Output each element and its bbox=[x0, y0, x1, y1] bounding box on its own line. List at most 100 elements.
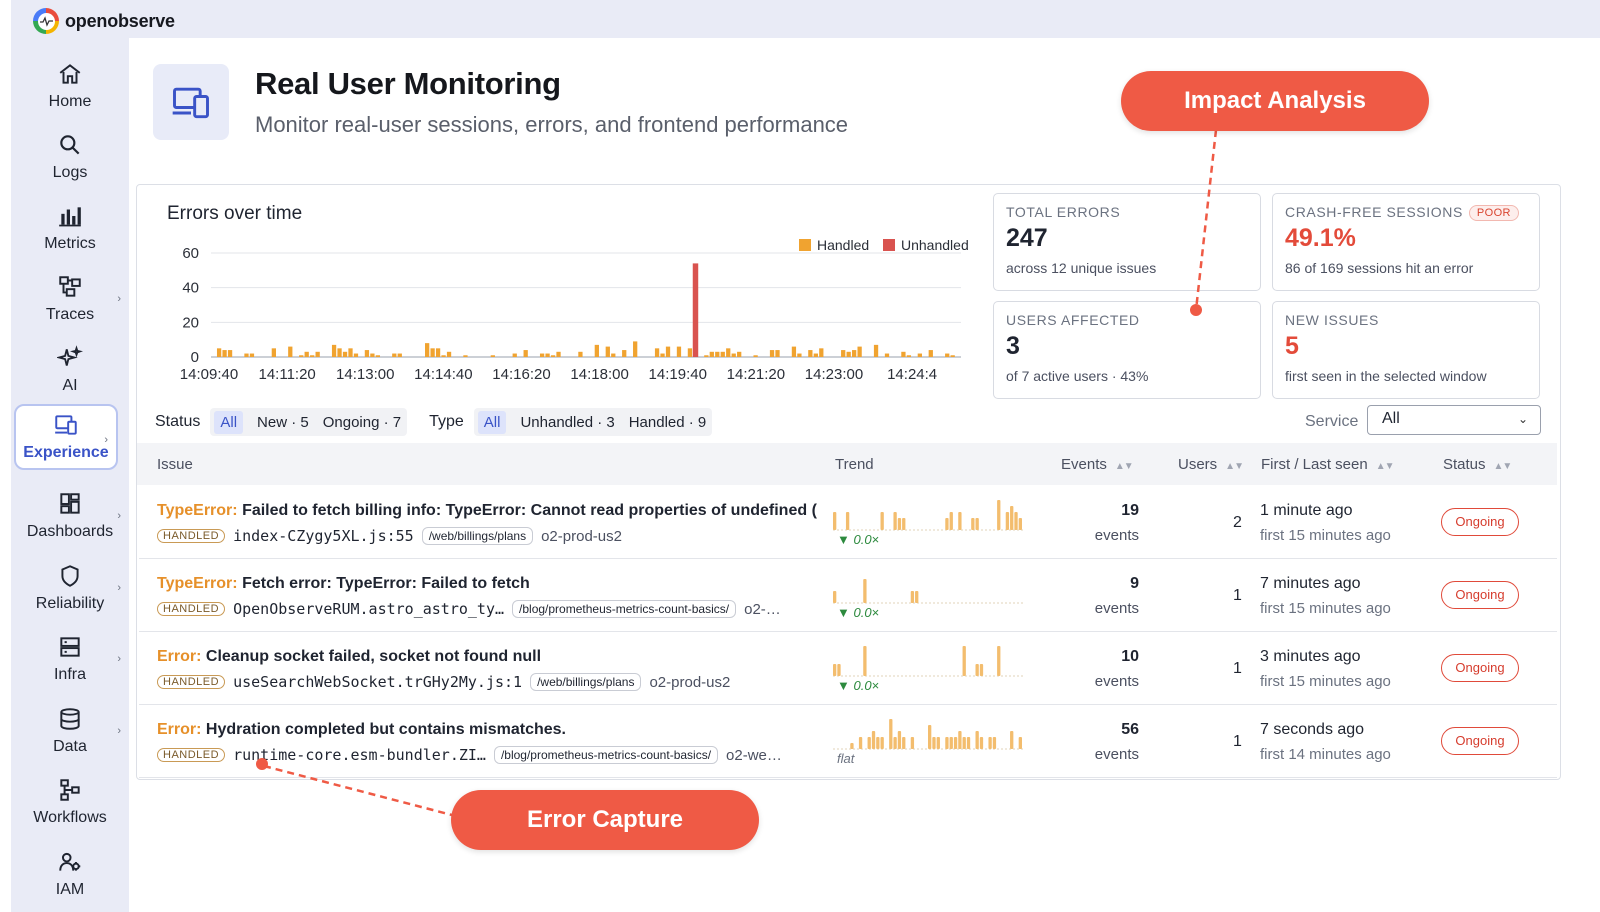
sparkline-bar bbox=[945, 518, 949, 530]
type-filter-label: Type bbox=[429, 413, 464, 430]
sparkline-bar bbox=[1010, 731, 1014, 749]
type-filter-handled[interactable]: Handled · 9 bbox=[629, 414, 707, 431]
bar-handled bbox=[950, 355, 955, 357]
app-logo[interactable]: openobserve bbox=[33, 8, 175, 34]
column-users[interactable]: Users ▲▼ bbox=[1178, 456, 1244, 473]
sparkline-bar bbox=[945, 737, 949, 749]
bar-handled bbox=[857, 346, 862, 357]
environment: o2-… bbox=[744, 600, 781, 618]
environment: o2-prod-us2 bbox=[541, 527, 622, 545]
sidebar-item-ai[interactable]: AI bbox=[11, 336, 129, 404]
bar-handled bbox=[622, 350, 627, 357]
sidebar-item-logs[interactable]: Logs bbox=[11, 123, 129, 191]
source-file: OpenObserveRUM.astro_astro_ty… bbox=[233, 600, 505, 618]
sparkline-bar bbox=[975, 731, 979, 749]
bar-handled bbox=[791, 346, 797, 357]
bar-handled bbox=[797, 353, 802, 357]
bar-handled bbox=[819, 348, 824, 357]
sparkline-bar bbox=[876, 737, 880, 749]
sparkline-bar bbox=[897, 518, 902, 530]
column-first-last-seen[interactable]: First / Last seen ▲▼ bbox=[1261, 456, 1395, 473]
legend-label-handled: Handled bbox=[817, 237, 869, 253]
page-title: Real User Monitoring bbox=[255, 66, 561, 101]
sidebar-item-reliability[interactable]: Reliability › bbox=[11, 554, 129, 622]
sparkline-bar bbox=[928, 725, 932, 749]
sparkline-bar bbox=[949, 512, 953, 530]
sidebar-item-infra[interactable]: Infra › bbox=[11, 625, 129, 693]
status-badge[interactable]: Ongoing bbox=[1441, 727, 1519, 755]
sparkline-bar bbox=[975, 518, 979, 530]
bar-handled bbox=[676, 346, 682, 357]
sidebar-item-iam[interactable]: IAM bbox=[11, 840, 129, 908]
sparkline-bar bbox=[962, 737, 966, 749]
sidebar-item-label: Experience bbox=[23, 444, 109, 461]
chevron-right-icon: › bbox=[117, 510, 121, 522]
status-badge[interactable]: Ongoing bbox=[1441, 654, 1519, 682]
sidebar-item-experience[interactable]: Experience › bbox=[14, 404, 118, 470]
status-filter-new[interactable]: New · 5 bbox=[257, 414, 309, 431]
environment: o2-prod-us2 bbox=[649, 673, 731, 691]
table-row[interactable]: Error: Cleanup socket failed, socket not… bbox=[139, 632, 1557, 705]
sidebar-item-home[interactable]: Home bbox=[11, 52, 129, 120]
stat-sub: across 12 unique issues bbox=[1006, 260, 1157, 276]
sparkline-bar bbox=[979, 737, 984, 749]
table-row[interactable]: TypeError: Fetch error: TypeError: Faile… bbox=[139, 559, 1557, 632]
bar-handled bbox=[244, 353, 249, 357]
bar-handled bbox=[249, 353, 255, 357]
bar-handled bbox=[928, 350, 933, 357]
errors-panel: Errors over time 0 20 40 60 14:09:40 14:11:20… bbox=[136, 184, 1561, 780]
sparkline-bar bbox=[1005, 512, 1010, 530]
sparkline-bar bbox=[966, 737, 971, 749]
column-status[interactable]: Status ▲▼ bbox=[1443, 456, 1512, 473]
y-tick-label: 20 bbox=[182, 314, 199, 331]
errors-over-time-chart: 0 20 40 60 14:09:40 14:11:20 14:13:00 14:14:40 1… bbox=[180, 237, 969, 383]
sparkline-bar bbox=[863, 646, 867, 676]
status-filter-ongoing[interactable]: Ongoing · 7 bbox=[323, 414, 401, 431]
sidebar-item-metrics[interactable]: Metrics bbox=[11, 194, 129, 262]
status-filter-all[interactable]: All bbox=[214, 410, 244, 434]
stat-card-new-issues: NEW ISSUES 5 first seen in the selected … bbox=[1272, 301, 1540, 399]
stat-value: 49.1% bbox=[1285, 224, 1356, 252]
issue-title: Error: Cleanup socket failed, socket not… bbox=[157, 648, 817, 666]
chevron-right-icon: › bbox=[104, 434, 108, 446]
bar-handled bbox=[841, 350, 846, 357]
users-count: 2 bbox=[1233, 514, 1242, 531]
logo-mark-icon bbox=[33, 8, 59, 34]
bar-handled bbox=[901, 351, 906, 357]
sidebar-item-dashboards[interactable]: Dashboards › bbox=[11, 482, 129, 550]
bar-handled bbox=[769, 350, 775, 357]
column-issue: Issue bbox=[157, 456, 193, 473]
events-label: events bbox=[1094, 746, 1139, 763]
column-users-label: Users bbox=[1178, 456, 1218, 473]
first-seen: first 14 minutes ago bbox=[1260, 746, 1391, 763]
stat-caption: TOTAL ERRORS bbox=[1006, 204, 1121, 220]
status-badge[interactable]: Ongoing bbox=[1441, 508, 1519, 536]
error-type: Error: bbox=[157, 721, 202, 738]
sidebar-item-traces[interactable]: Traces › bbox=[11, 265, 129, 333]
stat-sub: 86 of 169 sessions hit an error bbox=[1285, 260, 1474, 276]
bar-handled bbox=[441, 355, 446, 357]
issue-meta: HANDLED runtime-core.esm-bundler.ZI… /bl… bbox=[157, 746, 782, 764]
service-value: All bbox=[1382, 410, 1400, 427]
type-filter-all[interactable]: All bbox=[477, 410, 507, 434]
legend-swatch-handled bbox=[799, 239, 811, 251]
chevron-right-icon: › bbox=[117, 582, 121, 594]
sidebar-item-data[interactable]: Data › bbox=[11, 697, 129, 765]
column-events[interactable]: Events ▲▼ bbox=[1061, 456, 1134, 473]
sidebar-item-label: Infra bbox=[53, 666, 86, 683]
sidebar-item-workflows[interactable]: Workflows bbox=[11, 768, 129, 836]
column-status-label: Status bbox=[1443, 456, 1486, 473]
table-row[interactable]: Error: Hydration completed but contains … bbox=[139, 705, 1557, 778]
trend-sparkline bbox=[833, 719, 1023, 750]
users-count: 1 bbox=[1233, 587, 1242, 604]
bar-handled bbox=[594, 344, 599, 357]
status-badge[interactable]: Ongoing bbox=[1441, 581, 1519, 609]
sparkline-bar bbox=[1018, 737, 1022, 749]
users-icon bbox=[57, 849, 83, 875]
sort-icon: ▲▼ bbox=[1114, 461, 1134, 472]
type-filter-unhandled[interactable]: Unhandled · 3 bbox=[520, 414, 614, 431]
service-select[interactable]: All ⌄ bbox=[1367, 405, 1541, 435]
first-seen: first 15 minutes ago bbox=[1260, 527, 1391, 544]
trend-label: ▼ 0.0× bbox=[837, 605, 880, 620]
table-row[interactable]: TypeError: Failed to fetch billing info:… bbox=[139, 486, 1557, 559]
